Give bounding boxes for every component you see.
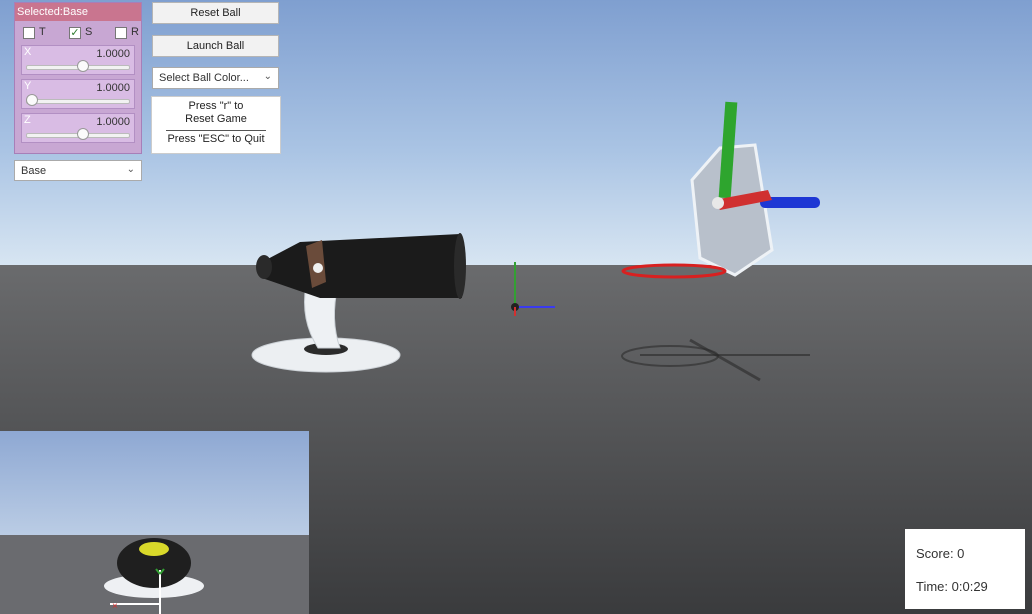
checkbox-scale[interactable]: ✓ — [69, 27, 81, 39]
object-select[interactable]: Base ⌄ — [14, 160, 142, 181]
slider-z-handle[interactable] — [77, 128, 89, 140]
checkbox-translate[interactable] — [23, 27, 35, 39]
panel-title: Selected:Base — [15, 3, 141, 21]
slider-z-value: 1.0000 — [96, 116, 130, 128]
svg-text:×: × — [112, 601, 118, 612]
divider — [166, 130, 266, 131]
chevron-down-icon: ⌄ — [263, 71, 272, 82]
slider-x-label: X — [24, 46, 32, 58]
slider-z: Z 1.0000 — [21, 113, 135, 143]
minimap-view: × — [0, 431, 309, 614]
object-select-value: Base — [21, 165, 47, 177]
score-text: Score: 0 — [916, 546, 965, 561]
launch-ball-button[interactable]: Launch Ball — [152, 35, 279, 57]
slider-y-handle[interactable] — [26, 94, 38, 106]
chevron-down-icon: ⌄ — [126, 164, 135, 175]
instructions-box: Press "r" to Reset Game Press "ESC" to Q… — [151, 96, 281, 154]
reset-ball-button[interactable]: Reset Ball — [152, 2, 279, 24]
slider-z-label: Z — [24, 114, 31, 126]
slider-y-track[interactable] — [26, 99, 130, 104]
instructions-line-2: Reset Game — [185, 113, 247, 125]
score-panel: Score: 0 Time: 0:0:29 — [905, 529, 1025, 609]
ball-color-select[interactable]: Select Ball Color... ⌄ — [152, 67, 279, 89]
time-text: Time: 0:0:29 — [916, 579, 988, 594]
check-icon: ✓ — [70, 27, 80, 39]
checkbox-translate-label: T — [39, 26, 46, 38]
checkbox-scale-label: S — [85, 26, 93, 38]
slider-x: X 1.0000 — [21, 45, 135, 75]
slider-x-handle[interactable] — [77, 60, 89, 72]
slider-y: Y 1.0000 — [21, 79, 135, 109]
instructions-line-1: Press "r" to — [188, 100, 244, 112]
mode-row: T ✓ S R — [15, 21, 141, 45]
transform-panel: Selected:Base T ✓ S R X 1.0000 Y 1.0000 … — [14, 2, 142, 154]
instructions-line-3: Press "ESC" to Quit — [167, 133, 265, 145]
3d-viewport[interactable]: × — [0, 0, 1032, 614]
slider-y-label: Y — [24, 80, 32, 92]
checkbox-rotate-label: R — [131, 26, 139, 38]
slider-y-value: 1.0000 — [96, 82, 130, 94]
checkbox-rotate[interactable] — [115, 27, 127, 39]
slider-x-value: 1.0000 — [96, 48, 130, 60]
ball-color-select-value: Select Ball Color... — [159, 72, 249, 84]
